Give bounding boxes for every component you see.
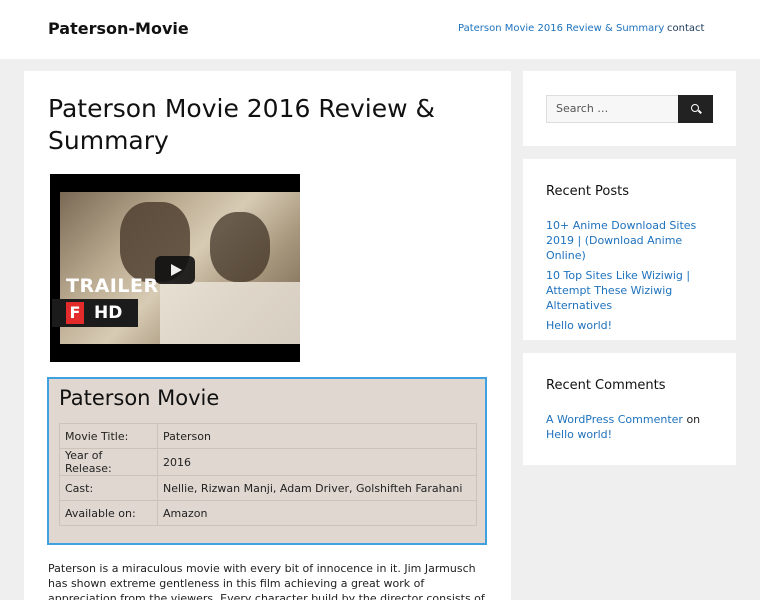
table-row: Cast: Nellie, Rizwan Manji, Adam Driver,… [59,475,477,501]
search-widget: Search … [523,71,736,146]
info-value: Amazon [157,500,477,526]
main-content: Paterson Movie 2016 Review & Summary TRA… [24,71,511,600]
recent-comments-widget: Recent Comments A WordPress Commenter on… [523,353,736,465]
post-body-text: Paterson is a miraculous movie with ever… [48,562,485,600]
post-title: Paterson Movie 2016 Review & Summary [48,94,435,155]
infobox-title: Paterson Movie [59,386,220,410]
movie-info-table: Movie Title: Paterson Year of Release: 2… [59,423,477,526]
search-input[interactable]: Search … [546,95,679,123]
table-row: Movie Title: Paterson [59,423,477,449]
site-title[interactable]: Paterson-Movie [48,19,189,38]
search-button[interactable] [678,95,713,123]
table-row: Available on: Amazon [59,500,477,526]
video-player[interactable]: TRAILER F HD [50,174,300,362]
info-key: Cast: [59,475,158,501]
comment-post-link[interactable]: Hello world! [546,428,612,441]
fandango-logo-icon: F [66,302,84,324]
table-row: Year of Release: 2016 [59,448,477,476]
hd-label: HD [94,303,123,323]
recent-posts-list: 10+ Anime Download Sites 2019 | (Downloa… [546,218,721,338]
trailer-label: TRAILER [66,275,159,297]
play-icon[interactable] [155,256,195,284]
nav-item-contact[interactable]: contact [667,23,704,34]
info-key: Year of Release: [59,448,158,476]
site-header: Paterson-Movie Paterson Movie 2016 Revie… [0,0,760,59]
comment-author-link[interactable]: A WordPress Commenter [546,413,683,426]
recent-post-link[interactable]: 10 Top Sites Like Wiziwig | Attempt Thes… [546,268,721,313]
recent-comments-title: Recent Comments [546,378,666,393]
comment-connector: on [686,413,701,426]
recent-post-link[interactable]: 10+ Anime Download Sites 2019 | (Downloa… [546,218,721,263]
recent-posts-widget: Recent Posts 10+ Anime Download Sites 20… [523,159,736,340]
info-key: Available on: [59,500,158,526]
info-value: 2016 [157,448,477,476]
movie-infobox: Paterson Movie Movie Title: Paterson Yea… [47,377,487,545]
info-value: Paterson [157,423,477,449]
recent-comment-item: A WordPress Commenter on Hello world! [546,412,721,442]
info-key: Movie Title: [59,423,158,449]
nav-item-review[interactable]: Paterson Movie 2016 Review & Summary [458,23,664,34]
recent-post-link[interactable]: Hello world! [546,318,721,333]
hd-badge: F HD [52,299,138,327]
recent-posts-title: Recent Posts [546,184,630,199]
info-value: Nellie, Rizwan Manji, Adam Driver, Golsh… [157,475,477,501]
